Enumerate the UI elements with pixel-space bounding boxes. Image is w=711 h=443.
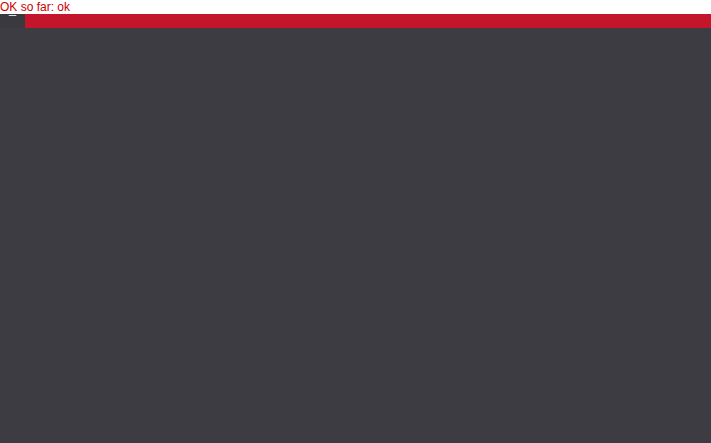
mpc-app-window: ☰ (0, 0, 711, 443)
